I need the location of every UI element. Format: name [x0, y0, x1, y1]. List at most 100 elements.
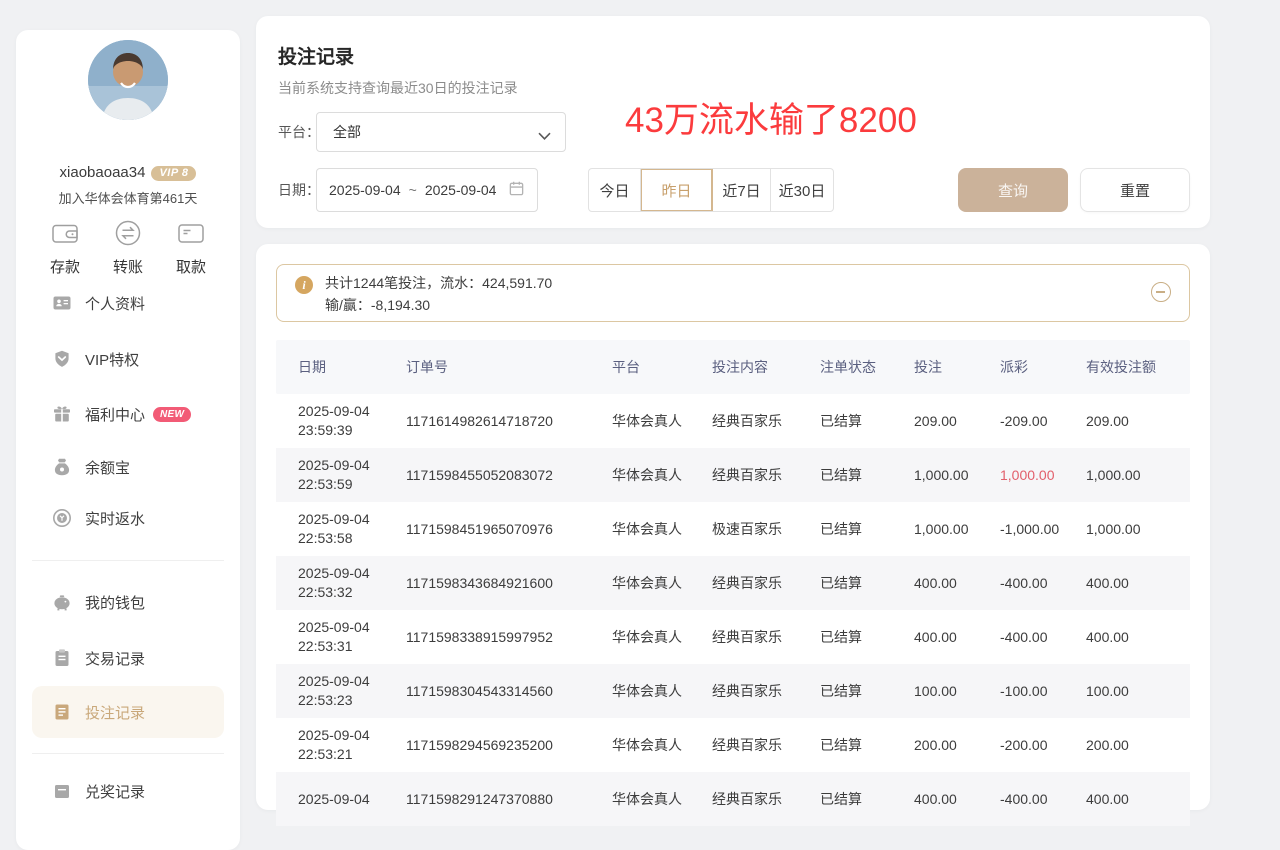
username: xiaobaoaa34: [60, 164, 146, 181]
sidebar-item-rebate[interactable]: 实时返水: [32, 498, 224, 538]
transfer-label: 转账: [105, 256, 151, 277]
sidebar-item-label: 投注记录: [85, 702, 145, 723]
cell-status: 已结算: [820, 681, 914, 701]
sidebar-item-bet-records[interactable]: 投注记录: [32, 686, 224, 738]
withdraw-button[interactable]: 取款: [168, 216, 214, 277]
table-body: 2025-09-04 23:59:39 1171614982614718720 …: [276, 394, 1190, 826]
cell-payout: 1,000.00: [1000, 467, 1086, 483]
table-row: 2025-09-04 22:53:21 1171598294569235200 …: [276, 718, 1190, 772]
col-header-date: 日期: [276, 357, 406, 377]
col-header-order: 订单号: [406, 357, 612, 377]
date-label: 日期：: [278, 168, 320, 212]
range-today-button[interactable]: 今日: [589, 169, 641, 211]
col-header-payout: 派彩: [1000, 357, 1086, 377]
sidebar-item-label: 我的钱包: [85, 592, 145, 613]
cell-bet: 200.00: [914, 737, 1000, 753]
col-header-bet: 投注: [914, 357, 1000, 377]
cell-bet: 1,000.00: [914, 467, 1000, 483]
cell-platform: 华体会真人: [612, 681, 712, 701]
sidebar-item-label: 个人资料: [85, 293, 145, 314]
user-row: xiaobaoaa34VIP 8: [16, 164, 240, 181]
cell-status: 已结算: [820, 465, 914, 485]
cell-payout: -209.00: [1000, 413, 1086, 429]
table-row: 2025-09-04 22:53:32 1171598343684921600 …: [276, 556, 1190, 610]
table-row: 2025-09-04 22:53:31 1171598338915997952 …: [276, 610, 1190, 664]
sidebar-item-welfare[interactable]: 福利中心 NEW: [32, 394, 224, 434]
cell-status: 已结算: [820, 411, 914, 431]
cell-valid: 209.00: [1086, 413, 1190, 429]
col-header-status: 注单状态: [820, 357, 914, 377]
cell-order: 1171598343684921600: [406, 575, 612, 591]
transfer-button[interactable]: 转账: [105, 216, 151, 277]
sidebar-divider: [32, 560, 224, 561]
sidebar-item-profile[interactable]: 个人资料: [32, 283, 224, 323]
prize-record-icon: [52, 781, 72, 801]
deposit-button[interactable]: 存款: [42, 216, 88, 277]
cell-content: 经典百家乐: [712, 681, 820, 701]
cell-order: 1171598455052083072: [406, 467, 612, 483]
rebate-coin-icon: [52, 508, 72, 528]
calendar-icon[interactable]: [508, 180, 525, 200]
cell-bet: 1,000.00: [914, 521, 1000, 537]
sidebar-item-wallet[interactable]: 我的钱包: [32, 582, 224, 622]
cell-date: 2025-09-04 22:53:59: [276, 456, 406, 494]
cell-bet: 400.00: [914, 791, 1000, 807]
cell-platform: 华体会真人: [612, 627, 712, 647]
cell-valid: 400.00: [1086, 629, 1190, 645]
platform-selected-value: 全部: [333, 113, 361, 151]
platform-select[interactable]: 全部: [316, 112, 566, 152]
range-7days-button[interactable]: 近7日: [713, 169, 771, 211]
sidebar-item-label: 交易记录: [85, 648, 145, 669]
summary-lines: 共计1244笔投注，流水：424,591.70 输/赢：-8,194.30: [325, 272, 552, 316]
sidebar-item-yuebao[interactable]: 余额宝: [32, 447, 224, 487]
cell-content: 经典百家乐: [712, 735, 820, 755]
table-row: 2025-09-04 22:53:59 1171598455052083072 …: [276, 448, 1190, 502]
cell-payout: -1,000.00: [1000, 521, 1086, 537]
deposit-label: 存款: [42, 256, 88, 277]
summary-line1: 共计1244笔投注，流水：424,591.70: [325, 272, 552, 294]
cell-valid: 100.00: [1086, 683, 1190, 699]
avatar: [88, 40, 168, 120]
sidebar-item-prize-records[interactable]: 兑奖记录: [32, 771, 224, 811]
summary-line2: 输/赢：-8,194.30: [325, 294, 552, 316]
page: { "colors": { "accent_gold": "#c9a87a", …: [0, 0, 1280, 794]
cell-order: 1171598338915997952: [406, 629, 612, 645]
query-button[interactable]: 查询: [958, 168, 1068, 212]
table-row: 2025-09-04 1171598291247370880 华体会真人 经典百…: [276, 772, 1190, 826]
bet-table: 日期 订单号 平台 投注内容 注单状态 投注 派彩 有效投注额 2025-09-…: [276, 340, 1190, 826]
cell-content: 经典百家乐: [712, 411, 820, 431]
collapse-minus-icon[interactable]: [1151, 282, 1171, 302]
cell-payout: -100.00: [1000, 683, 1086, 699]
cell-status: 已结算: [820, 735, 914, 755]
vip-shield-icon: [52, 349, 72, 369]
cell-payout: -400.00: [1000, 629, 1086, 645]
date-range-input[interactable]: 2025-09-04 ~ 2025-09-04: [316, 168, 538, 212]
id-card-icon: [52, 293, 72, 313]
money-bag-icon: [52, 457, 72, 477]
reset-button[interactable]: 重置: [1080, 168, 1190, 212]
range-30days-button[interactable]: 近30日: [771, 169, 833, 211]
platform-label: 平台：: [278, 112, 320, 152]
sidebar-divider: [32, 753, 224, 754]
cell-content: 极速百家乐: [712, 519, 820, 539]
table-row: 2025-09-04 22:53:58 1171598451965070976 …: [276, 502, 1190, 556]
range-yesterday-button[interactable]: 昨日: [641, 169, 713, 211]
cell-platform: 华体会真人: [612, 789, 712, 809]
annotation-text: 43万流水输了8200: [625, 92, 917, 143]
cell-content: 经典百家乐: [712, 627, 820, 647]
cell-platform: 华体会真人: [612, 465, 712, 485]
summary-box: i 共计1244笔投注，流水：424,591.70 输/赢：-8,194.30: [276, 264, 1190, 322]
col-header-platform: 平台: [612, 357, 712, 377]
cell-valid: 1,000.00: [1086, 521, 1190, 537]
bank-card-icon: [168, 216, 214, 250]
cell-platform: 华体会真人: [612, 735, 712, 755]
cell-content: 经典百家乐: [712, 465, 820, 485]
sidebar-item-transactions[interactable]: 交易记录: [32, 638, 224, 678]
date-separator: ~: [409, 182, 417, 198]
cell-payout: -400.00: [1000, 791, 1086, 807]
sidebar-item-vip[interactable]: VIP特权: [32, 339, 224, 379]
records-card: i 共计1244笔投注，流水：424,591.70 输/赢：-8,194.30 …: [256, 244, 1210, 810]
quick-actions: 存款 转账 取款: [16, 216, 240, 277]
sidebar-item-label: 余额宝: [85, 457, 130, 478]
sidebar-item-label: 实时返水: [85, 508, 145, 529]
